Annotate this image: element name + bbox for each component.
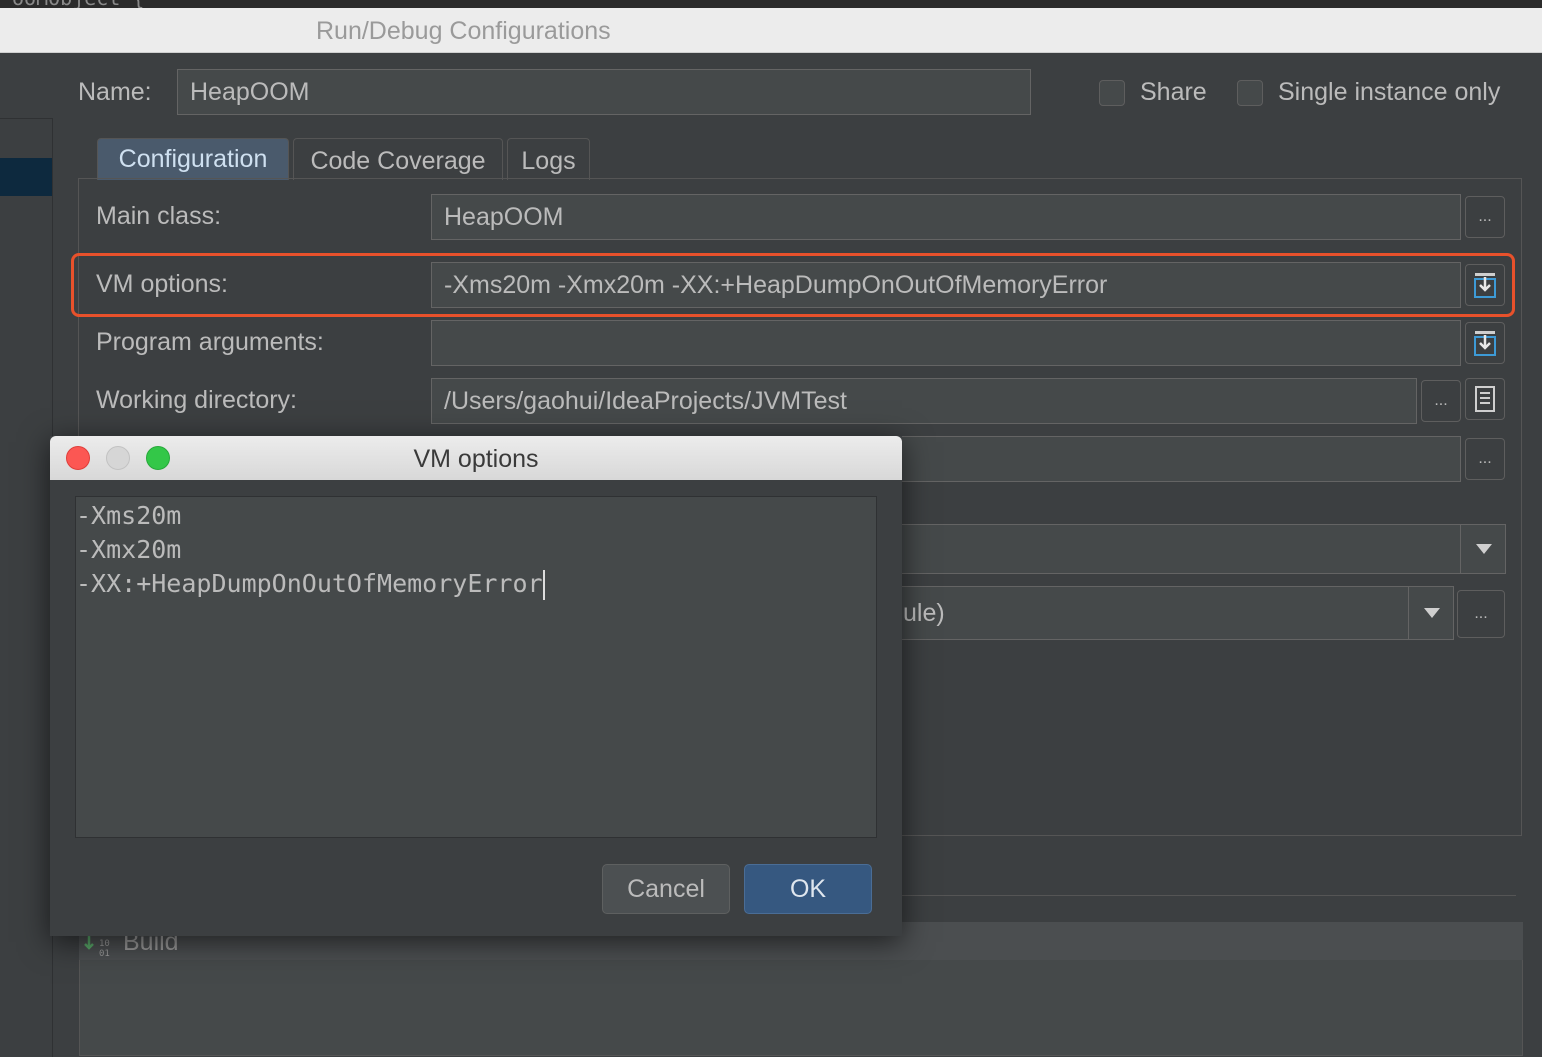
main-class-value: HeapOOM <box>444 202 564 231</box>
single-instance-label: Single instance only <box>1278 78 1501 106</box>
vm-options-expand-button[interactable] <box>1465 264 1505 306</box>
ellipsis-text: ... <box>1478 450 1492 467</box>
vm-options-value: -Xms20m -Xmx20m -XX:+HeapDumpOnOutOfMemo… <box>444 270 1108 299</box>
dialog-title: VM options <box>413 445 539 473</box>
tab-configuration[interactable]: Configuration <box>97 138 289 180</box>
editor-code-strip: ooMObject { <box>0 0 1542 8</box>
window-title: Run/Debug Configurations <box>316 17 611 45</box>
vm-options-dialog: VM options -Xms20m -Xmx20m -XX:+HeapDump… <box>50 436 902 936</box>
classpath-module-dropdown[interactable] <box>1460 525 1506 573</box>
working-directory-macro-button[interactable] <box>1465 378 1505 420</box>
name-label: Name: <box>78 78 152 106</box>
program-arguments-input[interactable] <box>431 320 1461 366</box>
tab-logs-label: Logs <box>521 147 576 175</box>
code-fragment: ooMObject { <box>12 0 144 8</box>
share-checkbox[interactable] <box>1099 80 1125 106</box>
svg-text:01: 01 <box>99 949 110 958</box>
tab-code-coverage[interactable]: Code Coverage <box>293 138 503 180</box>
vm-options-editor[interactable]: -Xms20m -Xmx20m -XX:+HeapDumpOnOutOfMemo… <box>75 496 877 838</box>
jre-select[interactable]: ule) <box>890 586 1454 640</box>
program-arguments-expand-button[interactable] <box>1465 322 1505 364</box>
environment-variables-browse-button[interactable]: ... <box>1465 438 1505 480</box>
build-icon: 10 01 <box>84 936 110 958</box>
editor-line: -Xms20m <box>76 501 182 530</box>
vm-options-label: VM options: <box>96 270 229 298</box>
jre-dropdown[interactable] <box>1408 587 1454 639</box>
name-input[interactable]: HeapOOM <box>177 69 1031 115</box>
window-titlebar: Run/Debug Configurations <box>0 8 1542 53</box>
environment-variables-input[interactable] <box>890 436 1461 482</box>
svg-text:10: 10 <box>99 939 110 949</box>
jre-browse-button[interactable]: ... <box>1457 590 1505 638</box>
single-instance-checkbox[interactable] <box>1237 80 1263 106</box>
working-directory-input[interactable]: /Users/gaohui/IdeaProjects/JVMTest <box>431 378 1417 424</box>
main-class-browse-button[interactable]: ... <box>1465 196 1505 238</box>
editor-line-text: -XX:+HeapDumpOnOutOfMemoryError <box>76 569 543 598</box>
editor-line-last: -XX:+HeapDumpOnOutOfMemoryError <box>76 567 876 601</box>
working-directory-browse-button[interactable]: ... <box>1421 380 1461 422</box>
before-launch-separator <box>900 895 1516 896</box>
tab-logs[interactable]: Logs <box>507 138 590 180</box>
tree-selected-item[interactable] <box>0 158 52 196</box>
dropdown-arrow-icon <box>1423 608 1440 618</box>
main-class-label: Main class: <box>96 202 222 230</box>
classpath-module-select[interactable] <box>890 524 1506 574</box>
dropdown-arrow-icon <box>1475 544 1492 554</box>
share-label: Share <box>1140 78 1207 106</box>
ok-button[interactable]: OK <box>744 864 872 914</box>
expand-editor-icon <box>1474 273 1496 298</box>
tab-configuration-label: Configuration <box>118 145 268 173</box>
cancel-button-label: Cancel <box>627 874 705 903</box>
configurations-tree-panel[interactable] <box>0 118 53 1057</box>
vm-options-input[interactable]: -Xms20m -Xmx20m -XX:+HeapDumpOnOutOfMemo… <box>431 262 1461 308</box>
editor-line: -Xmx20m <box>76 535 182 564</box>
jre-select-value: ule) <box>903 598 945 627</box>
ellipsis-text: ... <box>1434 392 1448 409</box>
ellipsis-text: ... <box>1474 605 1488 622</box>
tab-code-coverage-label: Code Coverage <box>310 147 486 175</box>
expand-editor-icon <box>1474 331 1496 356</box>
folder-icon <box>1475 386 1495 412</box>
working-directory-label: Working directory: <box>96 386 297 414</box>
text-caret <box>542 570 545 600</box>
cancel-button[interactable]: Cancel <box>602 864 730 914</box>
name-input-value: HeapOOM <box>190 77 310 106</box>
ok-button-label: OK <box>789 874 827 903</box>
working-directory-value: /Users/gaohui/IdeaProjects/JVMTest <box>444 386 847 415</box>
dialog-titlebar: VM options <box>50 436 902 480</box>
program-arguments-label: Program arguments: <box>96 328 324 356</box>
ellipsis-text: ... <box>1478 208 1492 225</box>
main-class-input[interactable]: HeapOOM <box>431 194 1461 240</box>
